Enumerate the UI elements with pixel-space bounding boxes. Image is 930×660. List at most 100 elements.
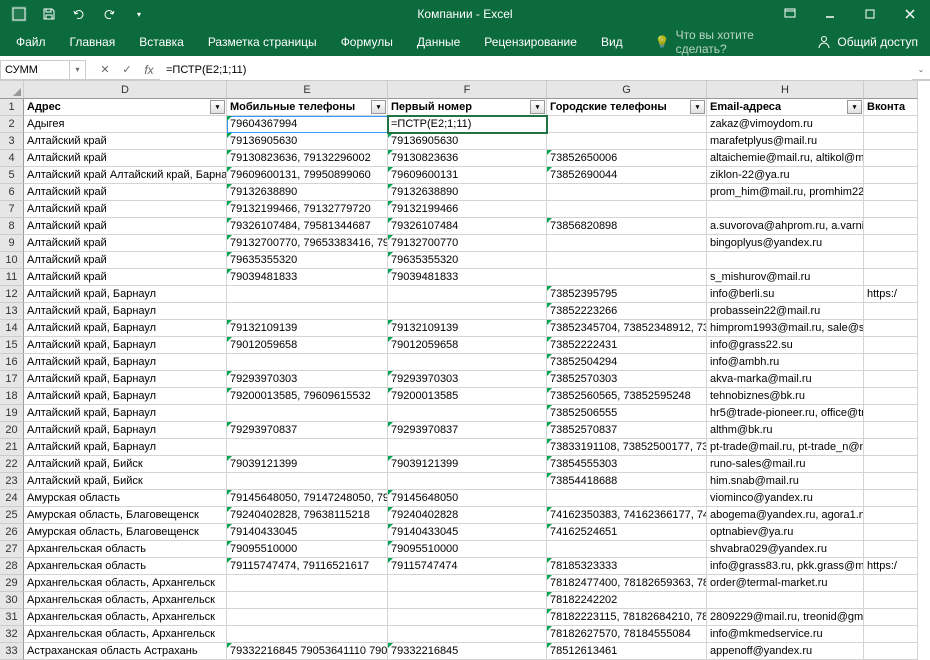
cell[interactable]: 79132199466, 79132779720 xyxy=(227,201,388,218)
row-header[interactable]: 5 xyxy=(0,167,24,184)
cell[interactable] xyxy=(547,133,707,150)
cell[interactable]: 74162524651 xyxy=(547,524,707,541)
row-header[interactable]: 12 xyxy=(0,286,24,303)
formula-input[interactable] xyxy=(160,60,912,80)
cell[interactable] xyxy=(864,337,918,354)
cell[interactable]: 79039121399 xyxy=(388,456,547,473)
cell[interactable] xyxy=(864,405,918,422)
cell[interactable] xyxy=(864,354,918,371)
cell[interactable]: Амурская область, Благовещенск xyxy=(24,524,227,541)
row-header[interactable]: 13 xyxy=(0,303,24,320)
cell[interactable]: 78185323333 xyxy=(547,558,707,575)
cell[interactable] xyxy=(864,320,918,337)
cell[interactable]: Адыгея xyxy=(24,116,227,133)
cell[interactable]: hr5@trade-pioneer.ru, office@trade-pi xyxy=(707,405,864,422)
cell[interactable]: 79130823636, 79132296002 xyxy=(227,150,388,167)
row-header[interactable]: 22 xyxy=(0,456,24,473)
cell[interactable] xyxy=(864,201,918,218)
row-header[interactable]: 21 xyxy=(0,439,24,456)
cell[interactable]: 73852223266 xyxy=(547,303,707,320)
cell[interactable]: 79293970303 xyxy=(227,371,388,388)
cell[interactable] xyxy=(388,405,547,422)
cell[interactable]: 79604367994 xyxy=(227,116,388,133)
cell[interactable] xyxy=(388,303,547,320)
cell[interactable]: ziklon-22@ya.ru xyxy=(707,167,864,184)
cell[interactable]: viominco@yandex.ru xyxy=(707,490,864,507)
row-header[interactable]: 11 xyxy=(0,269,24,286)
cell[interactable]: 79293970303 xyxy=(388,371,547,388)
cell[interactable]: 79136905630 xyxy=(388,133,547,150)
cell[interactable]: 73856820898 xyxy=(547,218,707,235)
cell[interactable]: 79293970837 xyxy=(388,422,547,439)
column-header[interactable]: F xyxy=(388,81,547,99)
column-header[interactable]: G xyxy=(547,81,707,99)
cell[interactable]: 79039121399 xyxy=(227,456,388,473)
cell[interactable]: 79326107484 xyxy=(388,218,547,235)
cell[interactable]: Архангельская область, Архангельск xyxy=(24,609,227,626)
cell[interactable]: 79132638890 xyxy=(388,184,547,201)
cell[interactable]: Алтайский край xyxy=(24,184,227,201)
cell[interactable] xyxy=(547,235,707,252)
cell[interactable] xyxy=(388,439,547,456)
cell[interactable]: 2809229@mail.ru, treonid@gmail.com xyxy=(707,609,864,626)
row-header[interactable]: 24 xyxy=(0,490,24,507)
cell[interactable]: Алтайский край xyxy=(24,218,227,235)
row-header[interactable]: 18 xyxy=(0,388,24,405)
cell[interactable]: 74162350383, 74162366177, 7416 xyxy=(547,507,707,524)
cell[interactable]: 79635355320 xyxy=(388,252,547,269)
cell[interactable] xyxy=(227,286,388,303)
cell[interactable]: 79326107484, 79581344687 xyxy=(227,218,388,235)
share-button[interactable]: Общий доступ xyxy=(805,28,930,56)
cell[interactable] xyxy=(388,286,547,303)
cell[interactable]: Алтайский край xyxy=(24,252,227,269)
cell[interactable] xyxy=(864,235,918,252)
cell[interactable] xyxy=(547,201,707,218)
cell[interactable] xyxy=(864,592,918,609)
cell[interactable]: Алтайский край, Барнаул xyxy=(24,354,227,371)
cell[interactable]: Алтайский край Алтайский край, Барнаул xyxy=(24,167,227,184)
column-header[interactable]: D xyxy=(24,81,227,99)
cell[interactable]: Архангельская область, Архангельск xyxy=(24,626,227,643)
cell[interactable] xyxy=(864,524,918,541)
cell[interactable] xyxy=(864,575,918,592)
cell[interactable] xyxy=(864,490,918,507)
cell[interactable] xyxy=(388,354,547,371)
cell[interactable]: Амурская область, Благовещенск xyxy=(24,507,227,524)
row-header[interactable]: 33 xyxy=(0,643,24,660)
row-header[interactable]: 3 xyxy=(0,133,24,150)
tab-file[interactable]: Файл xyxy=(4,28,58,56)
cell[interactable]: 78182477400, 78182659363, 7818 xyxy=(547,575,707,592)
filter-button[interactable]: ▾ xyxy=(371,100,386,114)
cell[interactable] xyxy=(388,609,547,626)
minimize-button[interactable] xyxy=(810,0,850,28)
cell[interactable]: 79200013585, 79609615532 xyxy=(227,388,388,405)
cell[interactable]: 79240402828, 79638115218 xyxy=(227,507,388,524)
cell[interactable]: 79132199466 xyxy=(388,201,547,218)
cell[interactable]: 73852560565, 73852595248 xyxy=(547,388,707,405)
close-button[interactable] xyxy=(890,0,930,28)
cell[interactable]: Архангельская область, Архангельск xyxy=(24,592,227,609)
cell[interactable]: 78182627570, 78184555084 xyxy=(547,626,707,643)
cell[interactable] xyxy=(864,507,918,524)
cell[interactable]: him.snab@mail.ru xyxy=(707,473,864,490)
cell[interactable]: 79115747474, 79116521617 xyxy=(227,558,388,575)
cell[interactable] xyxy=(864,439,918,456)
column-header[interactable]: E xyxy=(227,81,388,99)
select-all-corner[interactable] xyxy=(0,81,24,99)
row-header[interactable]: 2 xyxy=(0,116,24,133)
cell[interactable] xyxy=(547,541,707,558)
tab-data[interactable]: Данные xyxy=(405,28,472,56)
cell[interactable]: 73852570837 xyxy=(547,422,707,439)
header-cell[interactable]: Первый номер▾ xyxy=(388,99,547,116)
filter-button[interactable]: ▾ xyxy=(847,100,862,114)
cell[interactable] xyxy=(864,456,918,473)
cell[interactable]: Архангельская область, Архангельск xyxy=(24,575,227,592)
cell[interactable] xyxy=(864,116,918,133)
cell[interactable] xyxy=(864,473,918,490)
cell[interactable]: runo-sales@mail.ru xyxy=(707,456,864,473)
tab-formulas[interactable]: Формулы xyxy=(329,28,405,56)
cell[interactable]: 73852222431 xyxy=(547,337,707,354)
undo-button[interactable] xyxy=(66,2,92,26)
cell[interactable] xyxy=(707,252,864,269)
cell[interactable]: prom_him@mail.ru, promhim22@yand xyxy=(707,184,864,201)
